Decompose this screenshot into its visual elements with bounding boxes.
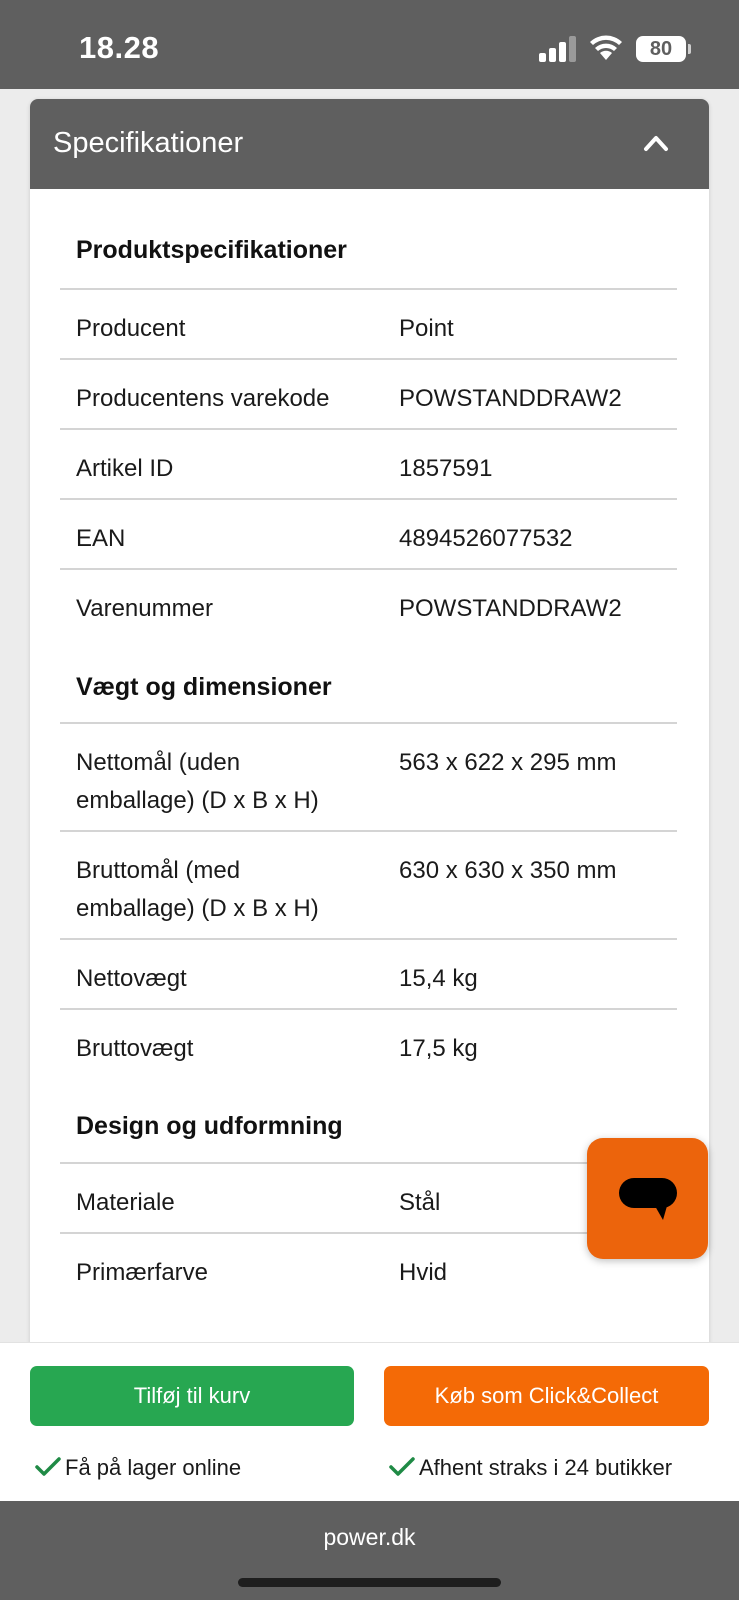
spec-value: Hvid [399,1259,448,1286]
status-bar: 18.28 80 [0,0,739,89]
click-and-collect-button[interactable]: Køb som Click&Collect [384,1366,709,1426]
home-indicator [238,1578,501,1587]
spec-label: EAN [76,525,126,552]
action-bar: Tilføj til kurv Køb som Click&Collect Få… [0,1342,739,1501]
spec-row: Nettomål (uden emballage) (D x B x H) 56… [60,722,677,830]
battery-tip [688,44,691,54]
spec-value: POWSTANDDRAW2 [399,385,622,412]
add-to-cart-button[interactable]: Tilføj til kurv [30,1366,354,1426]
spec-value: 630 x 630 x 350 mm [399,857,617,884]
spec-label: Nettomål (uden emballage) (D x B x H) [76,749,319,814]
section-heading-weight-dimensions: Vægt og dimensioner [76,673,332,701]
spec-value: 1857591 [399,455,493,482]
spec-value: 4894526077532 [399,525,573,552]
spec-row: Producentens varekode POWSTANDDRAW2 [60,358,677,428]
spec-value: Point [399,315,454,342]
spec-label: Varenummer [76,595,213,622]
spec-label: Bruttovægt [76,1035,194,1062]
online-stock-status: Få på lager online [35,1455,241,1481]
spec-label: Bruttomål (med emballage) (D x B x H) [76,857,319,922]
spec-row: EAN 4894526077532 [60,498,677,568]
status-time: 18.28 [79,30,160,65]
store-pickup-label: Afhent straks i 24 butikker [419,1455,673,1480]
spec-row: Artikel ID 1857591 [60,428,677,498]
spec-value: 17,5 kg [399,1035,478,1062]
spec-value: POWSTANDDRAW2 [399,595,622,622]
chevron-up-icon[interactable] [641,131,671,155]
spec-row: Bruttovægt 17,5 kg [60,1008,677,1078]
spec-label: Producentens varekode [76,385,330,412]
spec-label: Primærfarve [76,1259,209,1286]
battery-icon: 80 [636,36,686,62]
section-heading-product: Produktspecifikationer [76,236,347,264]
spec-row: Materiale Stål [60,1162,677,1232]
spec-row: Primærfarve Hvid [60,1232,677,1302]
store-pickup-status: Afhent straks i 24 butikker [389,1455,672,1481]
spec-value: 15,4 kg [399,965,478,992]
cellular-signal-icon [539,36,576,62]
specifications-title: Specifikationer [53,127,244,159]
spec-label: Artikel ID [76,455,174,482]
chat-bubble-icon [619,1178,677,1220]
online-stock-label: Få på lager online [65,1455,242,1480]
specifications-header[interactable]: Specifikationer [30,99,709,189]
spec-row: Producent Point [60,288,677,358]
spec-row: Bruttomål (med emballage) (D x B x H) 63… [60,830,677,938]
spec-row: Nettovægt 15,4 kg [60,938,677,1008]
section-heading-design: Design og udformning [76,1112,343,1140]
spec-label: Producent [76,315,186,342]
checkmark-icon [35,1457,61,1476]
chat-button[interactable] [587,1138,708,1259]
checkmark-icon [389,1457,415,1476]
browser-address-bar[interactable]: power.dk [0,1501,739,1600]
wifi-icon [590,35,622,60]
spec-row: Varenummer POWSTANDDRAW2 [60,568,677,638]
spec-label: Materiale [76,1189,175,1216]
spec-value: 563 x 622 x 295 mm [399,749,617,776]
url-label[interactable]: power.dk [0,1524,739,1551]
spec-label: Nettovægt [76,965,187,992]
